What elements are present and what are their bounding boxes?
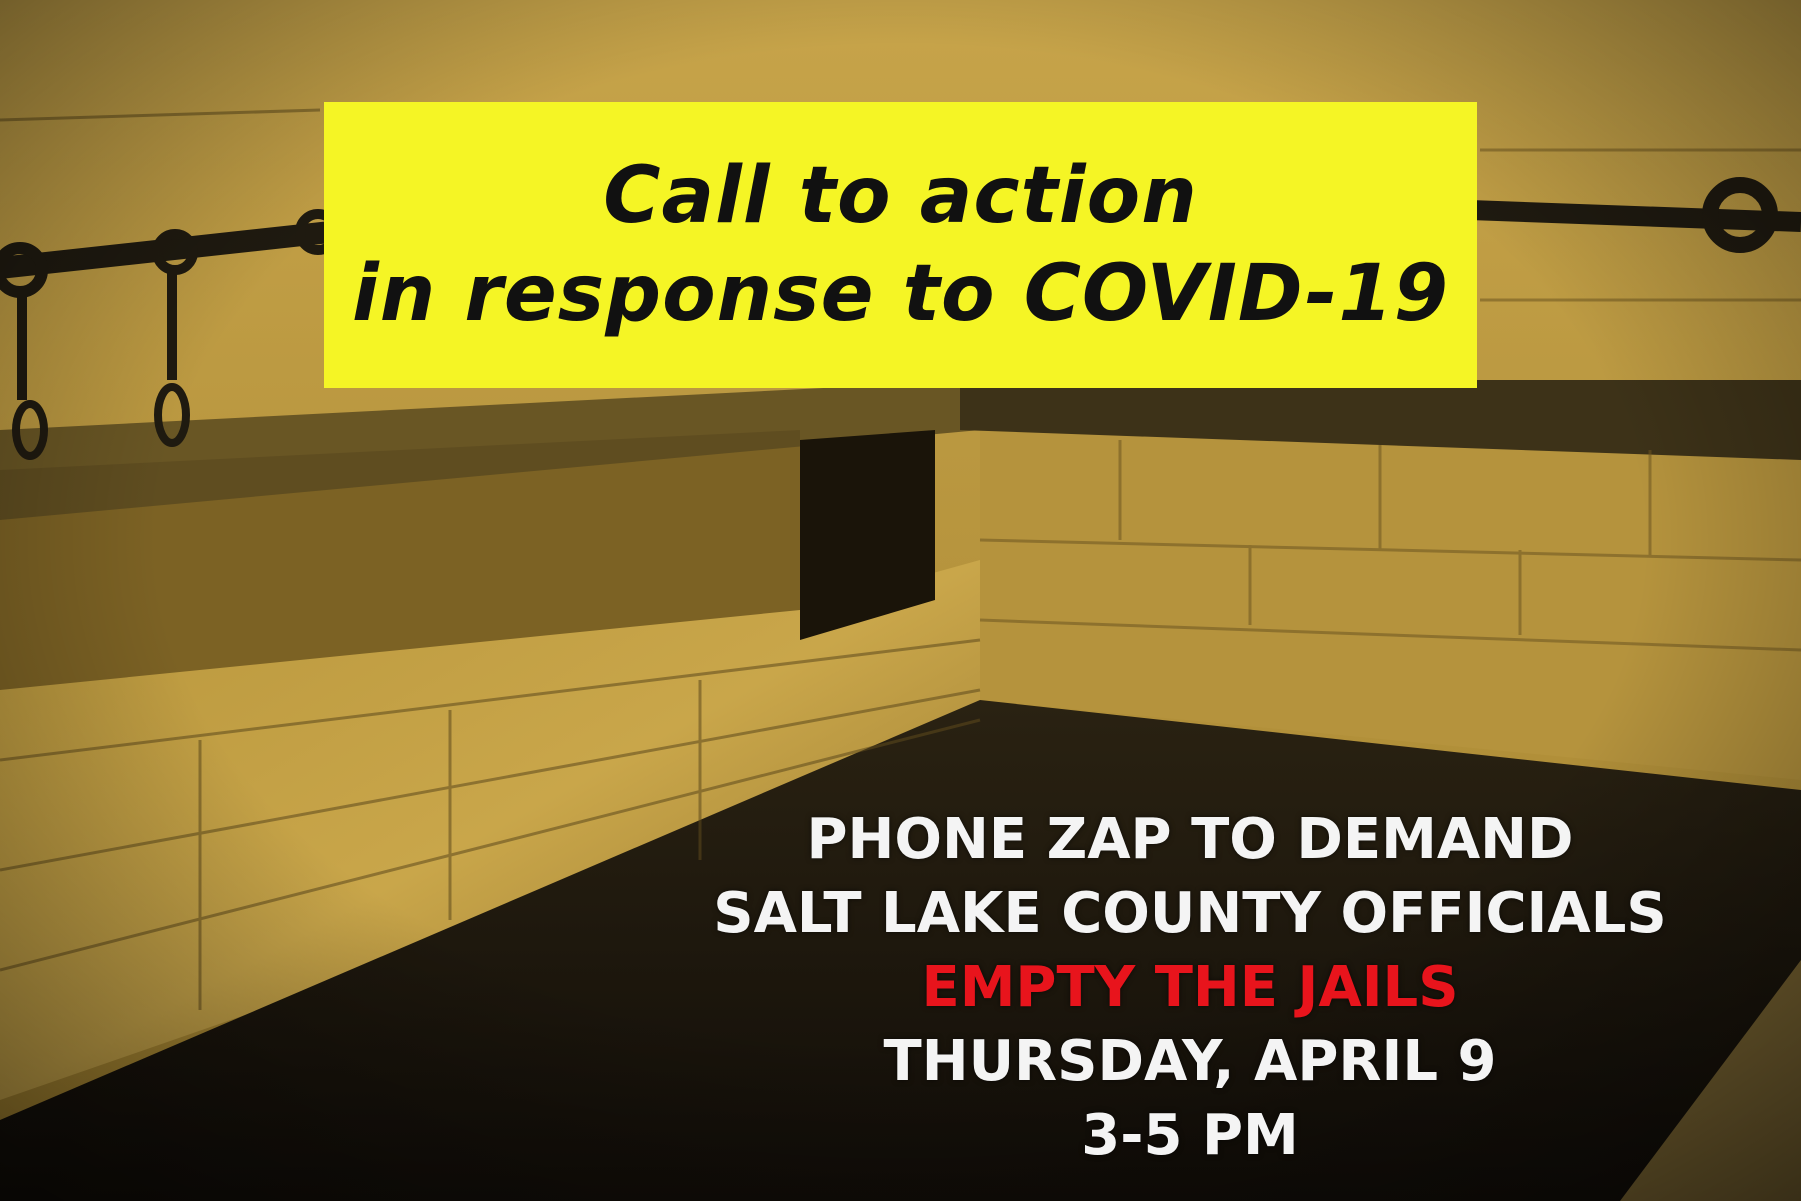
event-details: PHONE ZAP TO DEMAND SALT LAKE COUNTY OFF… [620,803,1760,1173]
headline-line-2: in response to COVID-19 [352,249,1449,339]
event-date: THURSDAY, APRIL 9 [883,1029,1497,1094]
event-line-2: SALT LAKE COUNTY OFFICIALS [713,881,1667,946]
event-time: 3-5 PM [1081,1103,1299,1168]
headline-line-1: Call to action [603,151,1198,241]
poster: Call to action in response to COVID-19 P… [0,0,1801,1201]
headline-banner: Call to action in response to COVID-19 [324,102,1477,388]
event-line-1: PHONE ZAP TO DEMAND [806,807,1574,872]
event-slogan: EMPTY THE JAILS [921,955,1459,1020]
